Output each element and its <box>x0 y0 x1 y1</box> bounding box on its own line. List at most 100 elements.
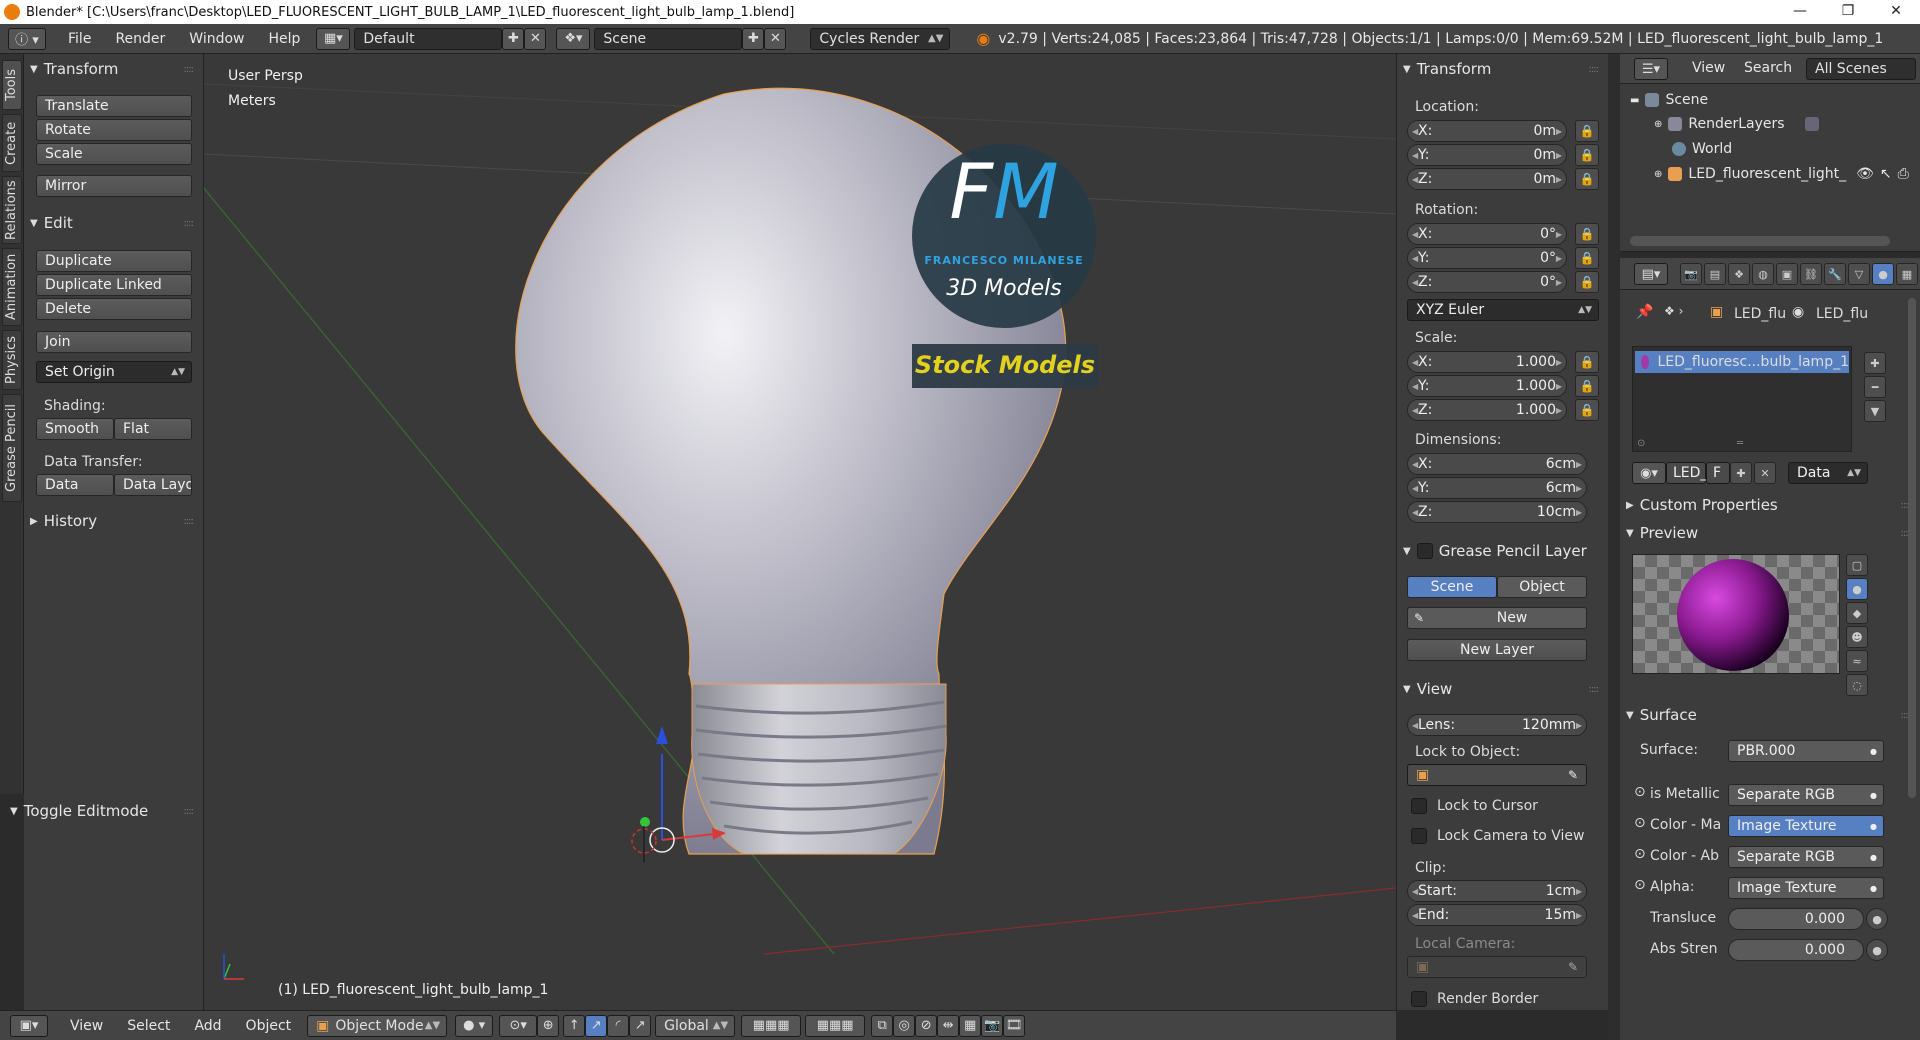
slot-menu-icon[interactable]: ▼ <box>1864 400 1886 422</box>
surface-panel-header[interactable]: ▼ Surface:::: <box>1626 704 1914 726</box>
remove-scene-icon[interactable]: ✕ <box>764 27 787 50</box>
world-tab-icon[interactable]: ◍ <box>1752 263 1774 285</box>
menu-file[interactable]: File <box>56 31 103 47</box>
3d-view-editor-icon[interactable]: ▣▾ <box>10 1014 48 1037</box>
viewport-shading-icon[interactable]: ● ▾ <box>455 1014 494 1037</box>
menu-view[interactable]: View <box>58 1018 115 1034</box>
set-origin-select[interactable]: Set Origin ▲▼ <box>36 361 192 383</box>
render-camera-icon[interactable]: ⎙ <box>1898 166 1909 182</box>
tab-create[interactable]: Create <box>2 114 22 172</box>
render-engine-select[interactable]: Cycles Render ▲▼ <box>810 27 951 50</box>
abs-stren-slider[interactable]: 0.000 <box>1728 939 1864 961</box>
lock-icon[interactable]: 🔒 <box>1575 247 1599 269</box>
socket-icon[interactable]: ⊙ <box>1634 815 1646 831</box>
custom-properties-header[interactable]: ▶ Custom Properties:::: <box>1626 494 1914 516</box>
add-layout-icon[interactable]: ✚ <box>502 27 525 50</box>
pin-icon[interactable]: 📌 <box>1636 304 1653 320</box>
lock-icon[interactable]: 🔒 <box>1575 120 1599 142</box>
constraints-tab-icon[interactable]: ⛓ <box>1800 263 1822 285</box>
gp-new-layer-button[interactable]: New Layer <box>1407 639 1587 661</box>
local-camera-field[interactable]: ▣ ✎ <box>1407 956 1587 978</box>
render-layers-tab-icon[interactable]: ▤ <box>1704 263 1726 285</box>
dimension-z-field[interactable]: ◀ Z: 10cm ▶ <box>1407 501 1587 523</box>
tab-physics[interactable]: Physics <box>2 330 22 390</box>
scene-tab-icon[interactable]: ❖ <box>1728 263 1750 285</box>
translate-button[interactable]: Translate <box>36 95 192 117</box>
translate-manipulator-icon[interactable]: ↑ <box>563 1014 586 1037</box>
duplicate-linked-button[interactable]: Duplicate Linked <box>36 274 192 296</box>
scale-y-field[interactable]: ◀ Y: 1.000 ▶ <box>1407 375 1567 397</box>
duplicate-button[interactable]: Duplicate <box>36 250 192 272</box>
edit-panel-header[interactable]: ▼ Edit:::: <box>30 212 197 234</box>
lock-to-cursor-checkbox[interactable] <box>1411 798 1427 814</box>
remove-layout-icon[interactable]: ✕ <box>524 27 547 50</box>
lock-icon[interactable]: 🔒 <box>1575 399 1599 421</box>
preview-hair-icon[interactable]: ≈ <box>1846 650 1868 672</box>
drag-grip-icon[interactable]: :::: <box>1589 684 1600 695</box>
lock-icon[interactable]: 🔒 <box>1575 375 1599 397</box>
scale-z-field[interactable]: ◀ Z: 1.000 ▶ <box>1407 399 1567 421</box>
cursor-select-icon[interactable]: ↖ <box>1880 166 1892 182</box>
area-divider[interactable] <box>1608 54 1620 1040</box>
outliner-display-select[interactable]: All Scenes <box>1806 58 1916 80</box>
data-tab-icon[interactable]: ▽ <box>1848 263 1870 285</box>
delete-button[interactable]: Delete <box>36 298 192 320</box>
layer-lock-icon[interactable]: ⧉ <box>871 1014 894 1037</box>
is-metallic-node-select[interactable]: Separate RGB ● <box>1728 784 1884 806</box>
socket-link-icon[interactable]: ● <box>1866 908 1888 930</box>
material-slot-item[interactable]: LED_fluoresc...bulb_lamp_1 <box>1635 351 1849 373</box>
render-tab-icon[interactable]: 📷 <box>1680 263 1702 285</box>
arc-manipulator-icon[interactable]: ◜ <box>607 1014 630 1037</box>
layers-grid-2-icon[interactable]: ▦▦▦ <box>805 1014 866 1037</box>
outliner-view-menu[interactable]: View <box>1680 60 1737 76</box>
minimize-button[interactable]: — <box>1780 0 1820 24</box>
scale-button[interactable]: Scale <box>36 143 192 165</box>
preview-sphere-icon[interactable]: ● <box>1846 578 1868 600</box>
texture-tab-icon[interactable]: ▦ <box>1896 263 1918 285</box>
mode-select[interactable]: ▣ Object Mode ▲▼ <box>307 1014 448 1037</box>
scale-x-field[interactable]: ◀ X: 1.000 ▶ <box>1407 351 1567 373</box>
menu-render[interactable]: Render <box>103 31 177 47</box>
scale-manipulator-icon[interactable]: ↗ <box>629 1014 652 1037</box>
outliner-search-menu[interactable]: Search <box>1732 60 1804 76</box>
proportional-edit-icon[interactable]: ◎ <box>893 1014 916 1037</box>
clip-end-field[interactable]: ◀ End: 15m ▶ <box>1407 904 1587 926</box>
render-border-checkbox[interactable] <box>1411 991 1427 1007</box>
lock-icon[interactable]: 🔒 <box>1575 144 1599 166</box>
snap-element-icon[interactable]: ⇹ <box>937 1014 960 1037</box>
material-tab-icon[interactable]: ● <box>1872 263 1894 285</box>
socket-link-icon[interactable]: ● <box>1866 939 1888 961</box>
data-button[interactable]: Data <box>36 474 114 496</box>
location-z-field[interactable]: ◀ Z: 0m ▶ <box>1407 168 1567 190</box>
object-tab-icon[interactable]: ▣ <box>1776 263 1798 285</box>
add-slot-icon[interactable]: ✚ <box>1864 352 1886 374</box>
socket-icon[interactable]: ⊙ <box>1634 846 1646 862</box>
outliner-world-row[interactable]: World <box>1672 141 1732 157</box>
rotation-x-field[interactable]: ◀ X: 0° ▶ <box>1407 223 1567 245</box>
render-image-icon[interactable]: 📷 <box>981 1014 1004 1037</box>
resize-handle-icon[interactable]: ⊙ <box>1637 438 1645 449</box>
eye-icon[interactable]: 👁 <box>1856 166 1874 182</box>
npanel-transform-header[interactable]: ▼ Transform:::: <box>1403 58 1602 80</box>
render-animation-icon[interactable]: 🎞 <box>1003 1014 1026 1037</box>
menu-object[interactable]: Object <box>234 1018 304 1034</box>
location-y-field[interactable]: ◀ Y: 0m ▶ <box>1407 144 1567 166</box>
new-material-icon[interactable]: ✚ <box>1730 462 1752 484</box>
rotate-manipulator-icon[interactable]: ↗ <box>585 1014 608 1037</box>
transform-orientation-select[interactable]: Global ▲▼ <box>655 1014 736 1037</box>
scene-icon[interactable]: ❖▾ <box>556 27 591 50</box>
menu-select[interactable]: Select <box>115 1018 182 1034</box>
transform-panel-header[interactable]: ▼ Transform:::: <box>30 58 197 80</box>
location-x-field[interactable]: ◀ X: 0m ▶ <box>1407 120 1567 142</box>
history-panel-header[interactable]: ▶ History:::: <box>30 510 197 532</box>
color-ab-node-select[interactable]: Separate RGB ● <box>1728 846 1884 868</box>
drag-grip-icon[interactable]: :::: <box>184 218 195 229</box>
properties-editor-icon[interactable]: ▤▾ <box>1634 263 1668 285</box>
scene-select[interactable]: Scene <box>594 27 743 50</box>
color-ma-node-select[interactable]: Image Texture ● <box>1728 815 1884 837</box>
modifiers-tab-icon[interactable]: 🔧 <box>1824 263 1846 285</box>
maximize-button[interactable]: ❐ <box>1828 0 1868 24</box>
preview-cube-icon[interactable]: ◆ <box>1846 602 1868 624</box>
tab-relations[interactable]: Relations <box>2 176 22 244</box>
material-name-field[interactable]: LED_f <box>1666 462 1712 484</box>
